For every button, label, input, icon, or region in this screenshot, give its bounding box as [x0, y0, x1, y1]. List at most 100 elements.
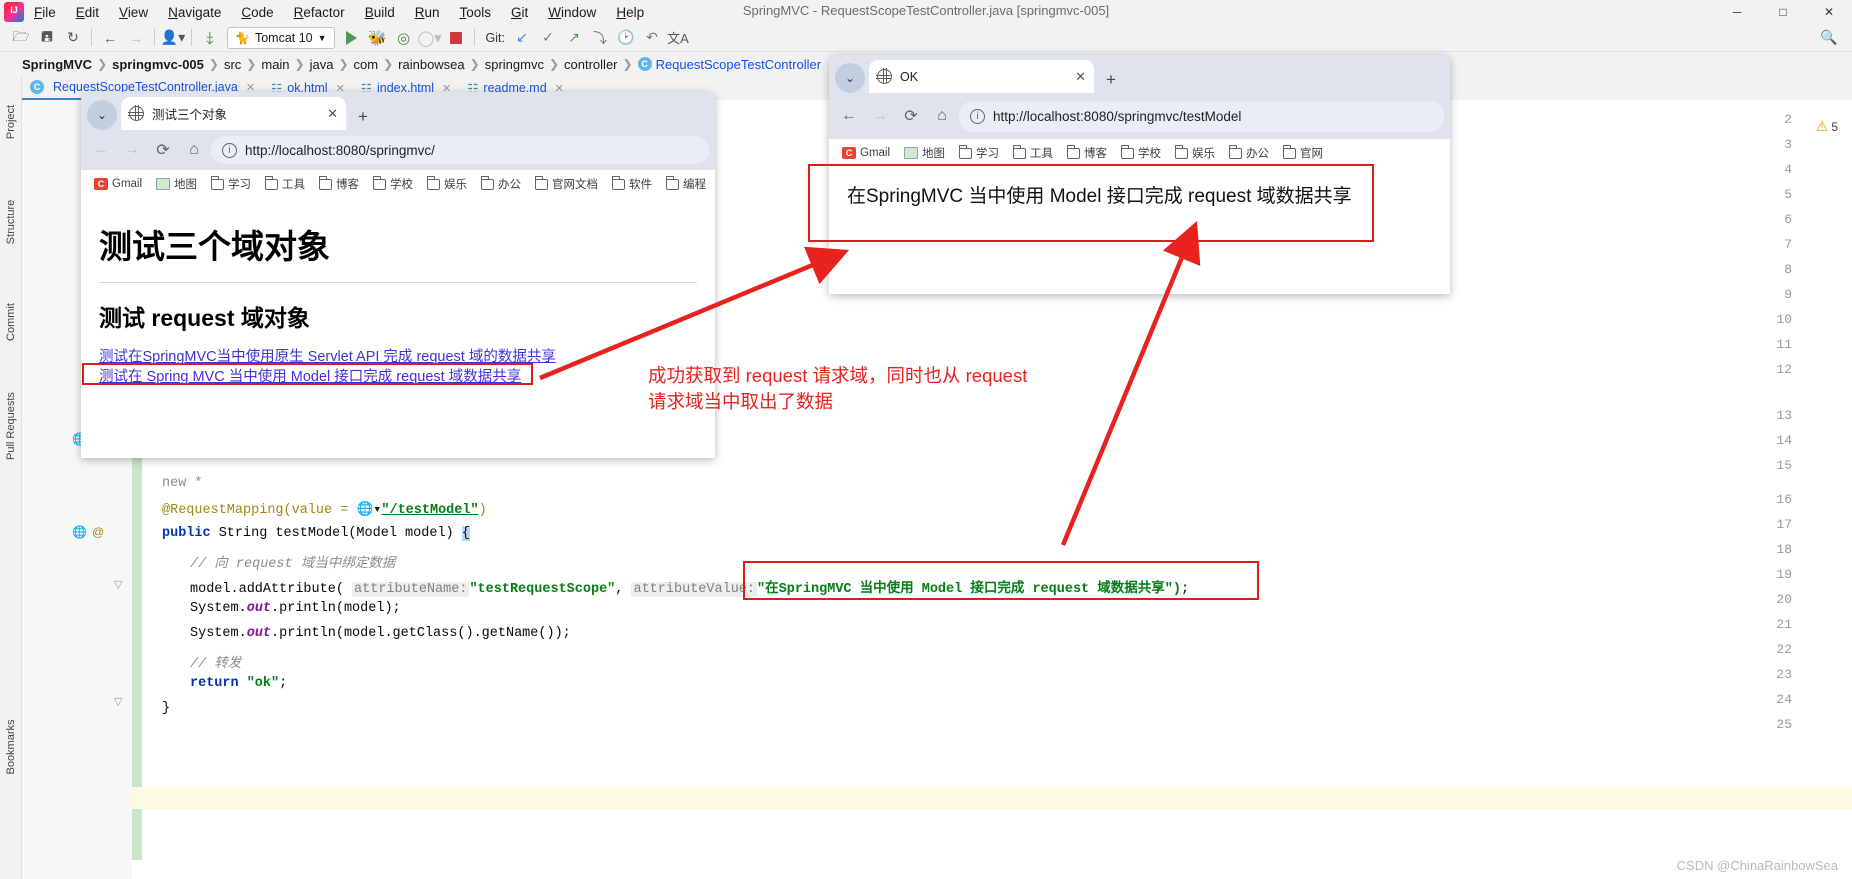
bookmarks-bar: C Gmail 地图 学习 工具 博客 学校 娱乐 办公 官网 — [829, 139, 1450, 167]
profiler-icon[interactable]: ◯▾ — [417, 26, 443, 50]
search-icon[interactable]: 🔍 — [1816, 26, 1842, 50]
bookmark-school[interactable]: 学校 — [1116, 143, 1166, 163]
breadcrumb-item-5[interactable]: com — [354, 57, 379, 72]
git-push-icon[interactable]: ↗ — [561, 26, 587, 50]
save-icon[interactable]: 🖪 — [34, 26, 60, 50]
bookmark-gmail[interactable]: C Gmail — [89, 176, 147, 192]
breadcrumb-item-8[interactable]: controller — [564, 57, 617, 72]
breadcrumb-item-7[interactable]: springmvc — [485, 57, 544, 72]
coverage-icon[interactable]: ◎ — [391, 26, 417, 50]
bookmark-blog[interactable]: 博客 — [314, 174, 364, 194]
browser-tab-active[interactable]: OK ✕ — [869, 60, 1094, 93]
site-info-icon[interactable]: i — [222, 142, 237, 158]
breadcrumb-item-2[interactable]: src — [224, 57, 241, 72]
bookmark-official[interactable]: 官网 — [1278, 143, 1328, 163]
sidebar-item-pull-requests[interactable]: Pull Requests — [5, 392, 17, 460]
tab-search-chevron-icon[interactable]: ⌄ — [835, 63, 865, 93]
git-commit-icon[interactable]: ✓ — [535, 26, 561, 50]
run-icon[interactable] — [339, 26, 365, 50]
bookmark-entertainment[interactable]: 娱乐 — [1170, 143, 1220, 163]
breadcrumb-item-0[interactable]: SpringMVC — [22, 57, 92, 72]
hammer-icon[interactable]: ⤈ — [197, 26, 223, 50]
browser-window-springmvc-index[interactable]: ⌄ 测试三个对象 ✕ + ← → ⟳ ⌂ i http://localhost:… — [81, 92, 715, 458]
back-icon[interactable]: ← — [835, 102, 863, 130]
bookmark-study[interactable]: 学习 — [206, 174, 256, 194]
browser-tab-active[interactable]: 测试三个对象 ✕ — [121, 97, 346, 130]
bookmark-software[interactable]: 软件 — [607, 174, 657, 194]
code-token-println-model: .println(model); — [271, 601, 401, 616]
code-fold-icon[interactable]: ▽ — [114, 578, 122, 591]
code-line-17[interactable]: public String testModel(Model model) { — [162, 526, 470, 541]
code-line-20[interactable]: System.out.println(model); — [190, 601, 401, 616]
bookmark-gmail[interactable]: C Gmail — [837, 145, 895, 161]
git-update-icon[interactable]: ↙ — [509, 26, 535, 50]
close-button[interactable]: ✕ — [1806, 0, 1852, 24]
code-line-21[interactable]: System.out.println(model.getClass().getN… — [190, 626, 571, 641]
web-endpoint-gutter-icon[interactable]: 🌐 — [72, 525, 87, 539]
bookmark-maps[interactable]: 地图 — [151, 174, 202, 194]
undo-icon[interactable]: ↶ — [639, 26, 665, 50]
bookmark-maps[interactable]: 地图 — [899, 143, 950, 163]
code-fold-icon[interactable]: ▽ — [114, 695, 122, 708]
folder-open-icon[interactable]: 🗁 — [8, 26, 34, 50]
annotation-gutter-icon[interactable]: @ — [92, 525, 104, 539]
reload-icon[interactable]: ⟳ — [149, 136, 177, 164]
sidebar-item-structure[interactable]: Structure — [5, 189, 17, 255]
code-line-23[interactable]: return "ok"; — [190, 676, 287, 691]
status-badge[interactable]: ⚠ 5 — [1816, 118, 1838, 135]
code-line-24[interactable]: } — [162, 701, 170, 716]
minimize-button[interactable]: ─ — [1714, 0, 1760, 24]
forward-icon[interactable]: → — [866, 102, 894, 130]
git-branch-icon[interactable]: ⤵ — [587, 26, 613, 50]
home-icon[interactable]: ⌂ — [180, 136, 208, 164]
address-bar[interactable]: i http://localhost:8080/springmvc/testMo… — [959, 100, 1444, 132]
new-tab-button[interactable]: + — [350, 104, 376, 130]
breadcrumb-separator: ❯ — [622, 57, 633, 71]
sidebar-item-project[interactable]: Project — [5, 89, 17, 155]
history-icon[interactable]: 🕑 — [613, 26, 639, 50]
code-token-signature: String testModel(Model model) — [210, 526, 462, 541]
bookmark-school[interactable]: 学校 — [368, 174, 418, 194]
site-info-icon[interactable]: i — [970, 108, 985, 124]
sidebar-item-bookmarks[interactable]: Bookmarks — [5, 714, 17, 780]
breadcrumb-item-3[interactable]: main — [261, 57, 289, 72]
stop-icon[interactable] — [443, 26, 469, 50]
navigate-back-icon[interactable]: ← — [97, 26, 123, 50]
close-icon[interactable]: ✕ — [327, 106, 338, 122]
maximize-button[interactable]: □ — [1760, 0, 1806, 24]
breadcrumb-item-1[interactable]: springmvc-005 — [112, 57, 204, 72]
breadcrumb-item-4[interactable]: java — [310, 57, 334, 72]
user-icon[interactable]: 👤▾ — [160, 26, 186, 50]
code-line-22[interactable]: // 转发 — [190, 651, 241, 672]
breadcrumb-item-9[interactable]: RequestScopeTestController — [656, 57, 821, 72]
reload-icon[interactable]: ⟳ — [897, 102, 925, 130]
debug-icon[interactable]: 🐝 — [365, 26, 391, 50]
tab-search-chevron-icon[interactable]: ⌄ — [87, 100, 117, 130]
line-number: 24 — [1776, 692, 1792, 707]
close-icon[interactable]: ✕ — [1075, 69, 1086, 85]
breadcrumb-item-6[interactable]: rainbowsea — [398, 57, 465, 72]
new-tab-button[interactable]: + — [1098, 67, 1124, 93]
code-line-16[interactable]: @RequestMapping(value = 🌐▾"/testModel") — [162, 501, 487, 518]
bookmark-tools[interactable]: 工具 — [260, 174, 310, 194]
bookmark-study[interactable]: 学习 — [954, 143, 1004, 163]
page-content: 测试三个域对象 测试 request 域对象 测试在SpringMVC当中使用原… — [81, 198, 715, 458]
bookmark-official-docs[interactable]: 官网文档 — [530, 174, 603, 194]
bookmark-tools[interactable]: 工具 — [1008, 143, 1058, 163]
translate-icon[interactable]: 文A — [665, 26, 691, 50]
bookmark-blog[interactable]: 博客 — [1062, 143, 1112, 163]
bookmark-programming[interactable]: 编程 — [661, 174, 711, 194]
run-configuration-selector[interactable]: 🐈 Tomcat 10 ▼ — [227, 26, 335, 49]
code-line-18[interactable]: // 向 request 域当中绑定数据 — [190, 551, 395, 572]
navigate-forward-icon[interactable]: → — [123, 26, 149, 50]
bookmark-entertainment[interactable]: 娱乐 — [422, 174, 472, 194]
back-icon[interactable]: ← — [87, 136, 115, 164]
home-icon[interactable]: ⌂ — [928, 102, 956, 130]
bookmark-office[interactable]: 办公 — [1224, 143, 1274, 163]
forward-icon[interactable]: → — [118, 136, 146, 164]
sync-icon[interactable]: ↻ — [60, 26, 86, 50]
address-bar[interactable]: i http://localhost:8080/springmvc/ — [211, 136, 709, 164]
bookmark-office[interactable]: 办公 — [476, 174, 526, 194]
line-number: 2 — [1784, 112, 1792, 127]
sidebar-item-commit[interactable]: Commit — [5, 289, 17, 355]
